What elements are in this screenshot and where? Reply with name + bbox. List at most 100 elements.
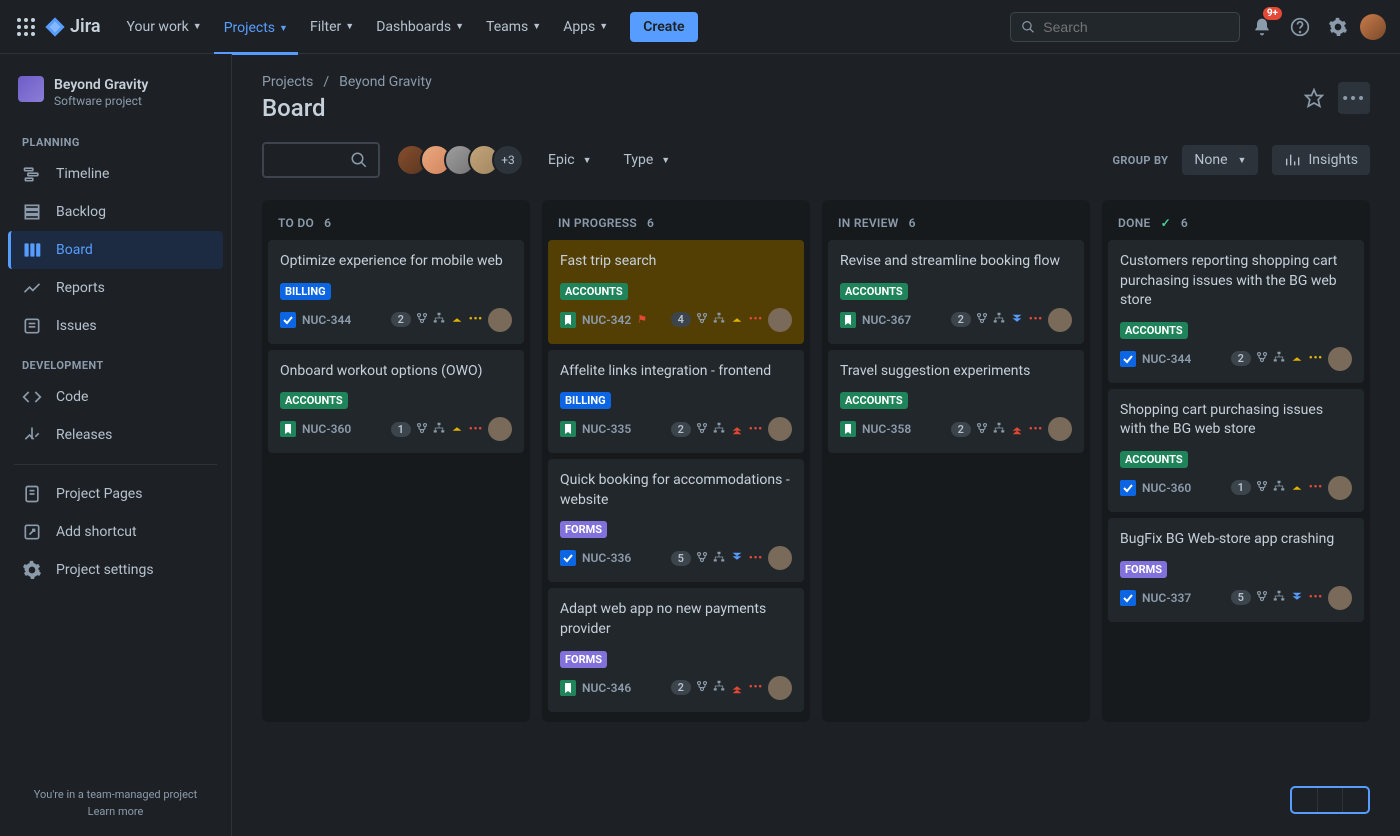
sidebar-item-shortcut[interactable]: Add shortcut	[8, 513, 223, 551]
card[interactable]: Revise and streamline booking flow ACCOU…	[828, 240, 1084, 344]
assignee-avatar[interactable]	[768, 308, 792, 332]
nav-teams[interactable]: Teams▼	[476, 13, 551, 41]
column-header[interactable]: DONE✓6	[1108, 210, 1364, 240]
app-switcher-icon[interactable]	[14, 15, 38, 39]
branch-icon	[1256, 480, 1268, 495]
insights-button[interactable]: Insights	[1272, 145, 1370, 175]
chevron-down-icon: ▼	[661, 155, 670, 166]
tree-icon	[713, 422, 725, 437]
learn-more-link[interactable]: Learn more	[18, 805, 213, 818]
more-button[interactable]: •••	[1338, 82, 1370, 114]
sidebar-item-code[interactable]: Code	[8, 378, 223, 416]
star-button[interactable]	[1298, 82, 1330, 114]
sidebar-item-releases[interactable]: Releases	[8, 416, 223, 454]
assignee-avatar[interactable]	[1048, 308, 1072, 332]
assignee-avatar[interactable]	[1328, 476, 1352, 500]
card-title: Fast trip search	[560, 252, 792, 272]
branch-icon	[416, 312, 428, 327]
assignee-avatar[interactable]	[768, 546, 792, 570]
column-header[interactable]: IN REVIEW6	[828, 210, 1084, 240]
branch-icon	[696, 422, 708, 437]
board-search[interactable]	[262, 142, 380, 178]
card[interactable]: Quick booking for accommodations - websi…	[548, 459, 804, 582]
status-dots-icon: •••	[469, 424, 483, 435]
jira-logo[interactable]: Jira	[44, 16, 101, 38]
assignee-avatar[interactable]	[768, 417, 792, 441]
breadcrumb-root[interactable]: Projects	[262, 74, 313, 90]
sidebar-item-board[interactable]: Board	[8, 231, 223, 269]
chevron-down-icon: ▼	[599, 21, 608, 32]
column-header[interactable]: TO DO6	[268, 210, 524, 240]
card[interactable]: Optimize experience for mobile web BILLI…	[268, 240, 524, 344]
global-search[interactable]	[1010, 12, 1240, 42]
card[interactable]: Shopping cart purchasing issues with the…	[1108, 389, 1364, 512]
status-dots-icon: •••	[1029, 424, 1043, 435]
issue-type-icon	[1120, 351, 1136, 367]
issues-icon	[22, 316, 42, 336]
card[interactable]: Fast trip search ACCOUNTS NUC-342 ⚑ 4 ••…	[548, 240, 804, 344]
priority-icon	[1010, 422, 1024, 436]
card[interactable]: Customers reporting shopping cart purcha…	[1108, 240, 1364, 383]
breadcrumb-current[interactable]: Beyond Gravity	[339, 74, 432, 90]
sidebar-item-backlog[interactable]: Backlog	[8, 193, 223, 231]
zoom-control[interactable]	[1290, 786, 1370, 814]
column-header[interactable]: IN PROGRESS6	[548, 210, 804, 240]
assignee-avatar[interactable]	[1328, 586, 1352, 610]
sidebar-item-reports[interactable]: Reports	[8, 269, 223, 307]
filter-epic[interactable]: Epic▼	[540, 146, 599, 174]
nav-projects[interactable]: Projects▼	[214, 13, 298, 55]
assignee-avatar[interactable]	[488, 417, 512, 441]
sidebar-footer: You're in a team-managed project Learn m…	[8, 778, 223, 828]
create-button[interactable]: Create	[630, 12, 697, 42]
filter-type[interactable]: Type▼	[615, 146, 678, 174]
settings-button[interactable]	[1322, 11, 1354, 43]
nav-links: Your work▼ Projects▼ Filter▼ Dashboards▼…	[117, 13, 619, 41]
branch-icon	[696, 551, 708, 566]
avatar-more[interactable]: +3	[492, 144, 524, 176]
help-button[interactable]	[1284, 11, 1316, 43]
more-icon: •••	[1342, 89, 1366, 108]
card[interactable]: BugFix BG Web-store app crashing FORMS N…	[1108, 518, 1364, 622]
card[interactable]: Onboard workout options (OWO) ACCOUNTS N…	[268, 350, 524, 454]
sidebar-item-pages[interactable]: Project Pages	[8, 475, 223, 513]
card-tag: BILLING	[560, 392, 611, 409]
card[interactable]: Affelite links integration - frontend BI…	[548, 350, 804, 454]
search-input[interactable]	[1043, 19, 1229, 35]
issue-type-icon	[560, 312, 576, 328]
assignee-avatar[interactable]	[1048, 417, 1072, 441]
nav-filter[interactable]: Filter▼	[300, 13, 364, 41]
assignee-avatar[interactable]	[488, 308, 512, 332]
profile-avatar[interactable]	[1360, 14, 1386, 40]
chevron-down-icon: ▼	[193, 21, 202, 32]
assignee-avatar[interactable]	[768, 676, 792, 700]
flag-icon: ⚑	[637, 313, 647, 326]
tree-icon	[993, 312, 1005, 327]
sidebar-item-issues[interactable]: Issues	[8, 307, 223, 345]
nav-apps[interactable]: Apps▼	[553, 13, 618, 41]
card[interactable]: Adapt web app no new payments provider F…	[548, 588, 804, 711]
card[interactable]: Travel suggestion experiments ACCOUNTS N…	[828, 350, 1084, 454]
card-tag: ACCOUNTS	[840, 283, 908, 300]
issue-key: NUC-344	[1142, 352, 1191, 366]
breadcrumb: Projects / Beyond Gravity	[262, 74, 432, 90]
card-title: Travel suggestion experiments	[840, 362, 1072, 382]
column: DONE✓6 Customers reporting shopping cart…	[1102, 200, 1370, 722]
group-by-dropdown[interactable]: None▼	[1182, 145, 1258, 175]
nav-your-work[interactable]: Your work▼	[117, 13, 212, 41]
sidebar-item-timeline[interactable]: Timeline	[8, 155, 223, 193]
nav-dashboards[interactable]: Dashboards▼	[366, 13, 474, 41]
assignee-avatar[interactable]	[1328, 347, 1352, 371]
tree-icon	[713, 551, 725, 566]
sidebar-item-settings[interactable]: Project settings	[8, 551, 223, 589]
sidebar: Beyond Gravity Software project PLANNING…	[0, 54, 232, 836]
sidebar-group-planning: PLANNING	[8, 122, 223, 155]
priority-icon	[730, 422, 744, 436]
notifications-button[interactable]: 9+	[1246, 11, 1278, 43]
issue-type-icon	[560, 421, 576, 437]
project-header[interactable]: Beyond Gravity Software project	[8, 72, 223, 122]
card-title: Optimize experience for mobile web	[280, 252, 512, 272]
project-icon	[18, 76, 44, 102]
priority-icon	[450, 422, 464, 436]
priority-icon	[730, 313, 744, 327]
card-title: Shopping cart purchasing issues with the…	[1120, 401, 1352, 440]
